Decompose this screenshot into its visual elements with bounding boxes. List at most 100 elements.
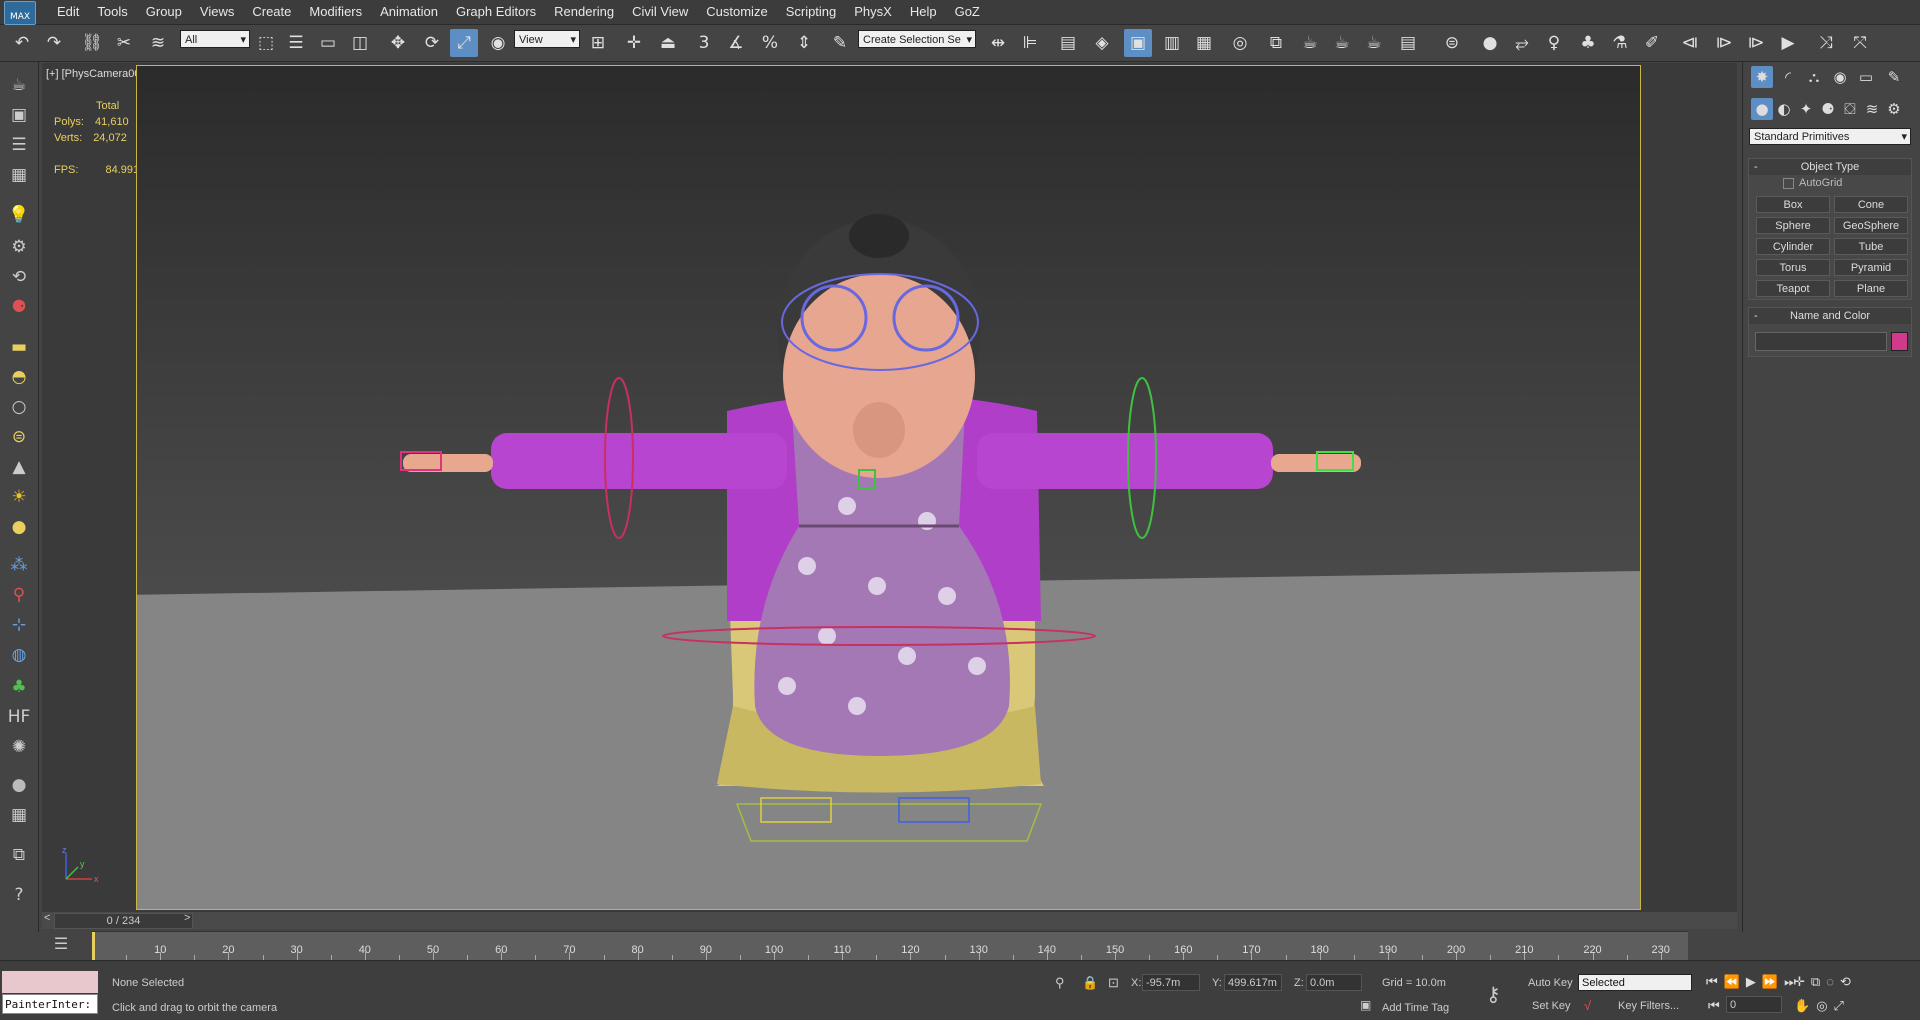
walkthrough-icon[interactable]: ◎ [1816,998,1833,1013]
material-sphere-icon[interactable]: ● [4,772,34,798]
menu-tools[interactable]: Tools [88,0,136,24]
frame-end-icon[interactable]: ⧐ [1742,29,1770,57]
extra-tool-1-icon[interactable]: ⤨ [1812,29,1840,57]
layers-icon[interactable]: ⧉ [4,842,34,868]
character-model[interactable] [137,66,1641,910]
settings-icon[interactable]: ⚙ [4,234,34,260]
menu-graph-editors[interactable]: Graph Editors [447,0,545,24]
menu-civil-view[interactable]: Civil View [623,0,697,24]
schematic-view-icon[interactable]: ▦ [1190,29,1218,57]
zoom-icon[interactable]: ✛ [1794,974,1811,989]
place-icon[interactable]: ◉ [484,29,512,57]
rectangular-selection-icon[interactable]: ▭ [314,29,342,57]
sphere-tool-icon[interactable]: ● [1476,29,1504,57]
auto-key-button[interactable]: Auto Key [1528,977,1573,989]
render-iterative-icon[interactable]: ☕ [1360,29,1388,57]
play-icon[interactable]: ▶ [1746,974,1762,989]
menu-scripting[interactable]: Scripting [777,0,846,24]
timeline-current-frame-marker[interactable] [92,932,95,960]
help-icon[interactable]: ? [4,882,34,908]
menu-group[interactable]: Group [137,0,191,24]
viewport[interactable] [136,65,1641,910]
mirror-icon[interactable]: ⇹ [984,29,1012,57]
modify-tab-icon[interactable]: ◜ [1777,66,1799,88]
named-selection-sets-dropdown[interactable]: Create Selection Se [858,30,976,49]
hose-tool-icon[interactable]: ⥂ [1508,29,1536,57]
object-color-swatch[interactable] [1891,332,1908,351]
align-icon[interactable]: ⊫ [1016,29,1044,57]
material-editor-icon[interactable]: ◎ [1226,29,1254,57]
add-time-tag-button[interactable]: Add Time Tag [1382,1002,1449,1014]
spacewarps-icon[interactable]: ≋ [1861,98,1883,120]
z-coordinate-field[interactable]: 0.0m [1306,974,1362,991]
name-color-header[interactable]: Name and Color [1749,308,1911,324]
select-manipulate-icon[interactable]: ✛ [620,29,648,57]
maxscript-listener-input[interactable]: PainterInter: [2,994,98,1014]
container-icon[interactable]: ⊜ [1438,29,1466,57]
app-logo[interactable]: MAX [4,1,36,25]
autogrid-checkbox[interactable] [1783,177,1794,189]
angle-snap-icon[interactable]: ∡ [722,29,750,57]
object-name-input[interactable] [1755,332,1887,351]
redo-icon[interactable]: ↷ [40,29,68,57]
camera-icon[interactable]: ⚈ [4,294,34,320]
pin-icon[interactable]: ⚲ [4,582,34,608]
render-icon[interactable]: ☕ [1328,29,1356,57]
left-foot-control[interactable] [760,797,832,823]
menu-edit[interactable]: Edit [48,0,88,24]
display-tab-icon[interactable]: ▭ [1855,66,1877,88]
track-bar-toggle-icon[interactable]: ☰ [46,932,76,958]
menu-views[interactable]: Views [191,0,243,24]
move-icon[interactable]: ✥ [384,29,412,57]
cylinder-icon[interactable]: ⊜ [4,424,34,450]
field-of-view-icon[interactable]: ◌ [1826,974,1840,989]
spinner-snap-icon[interactable]: ⇕ [790,29,818,57]
render-setup-icon[interactable]: ⧉ [1262,29,1290,57]
torus-button[interactable]: Torus [1756,259,1830,276]
sphere-button[interactable]: Sphere [1756,217,1830,234]
world-icon[interactable]: ◍ [4,642,34,668]
nut-icon[interactable]: ✺ [4,734,34,760]
hierarchy-tab-icon[interactable]: ⛬ [1803,66,1825,88]
reference-coordinate-dropdown[interactable]: View [514,30,580,49]
extra-tool-2-icon[interactable]: ⤧ [1846,29,1874,57]
time-slider-track[interactable] [42,912,1737,929]
utilities-tab-icon[interactable]: ✎ [1883,66,1905,88]
next-frame-icon[interactable]: ⏩ [1762,974,1784,989]
bind-space-warp-icon[interactable]: ≋ [144,29,172,57]
ribbon-toggle-icon[interactable]: ▣ [1124,29,1152,57]
scale-icon[interactable]: ⤢ [450,29,478,57]
time-slider[interactable]: 0 / 234 [54,913,193,929]
sphere-icon[interactable]: ○ [4,394,34,420]
rendered-frame-icon[interactable]: ☕ [1296,29,1324,57]
menu-physx[interactable]: PhysX [845,0,901,24]
cylinder-button[interactable]: Cylinder [1756,238,1830,255]
maximize-viewport-icon[interactable]: ⤢ [1834,998,1850,1013]
y-coordinate-field[interactable]: 499.617m [1224,974,1282,991]
lock-icon[interactable]: 🔒 [1082,975,1098,991]
teapot-button[interactable]: Teapot [1756,280,1830,297]
geosphere-icon[interactable]: ● [4,514,34,540]
frame-start-icon[interactable]: ⧏ [1676,29,1704,57]
object-category-dropdown[interactable]: Standard Primitives [1749,128,1911,146]
create-tab-icon[interactable]: ✸ [1751,66,1773,88]
keyboard-shortcut-icon[interactable]: ⏏ [654,29,682,57]
teapot-icon[interactable]: ☕ [4,72,34,98]
track-bar[interactable]: 10 20 30 40 50 60 70 80 90 100 110 120 130 140 150 160 1… [92,931,1688,960]
plane-button[interactable]: Plane [1834,280,1908,297]
select-object-icon[interactable]: ⬚ [252,29,280,57]
menu-animation[interactable]: Animation [371,0,447,24]
time-tag-icon[interactable]: ▣ [1360,998,1371,1012]
isolate-icon[interactable]: ⚲ [1055,975,1065,991]
transform-icon[interactable]: ⊹ [4,612,34,638]
box-button[interactable]: Box [1756,196,1830,213]
geosphere-button[interactable]: GeoSphere [1834,217,1908,234]
hf-icon[interactable]: HF [4,704,34,730]
foliage-icon[interactable]: ♣ [4,674,34,700]
unlink-icon[interactable]: ✂ [110,29,138,57]
menu-customize[interactable]: Customize [697,0,776,24]
menu-create[interactable]: Create [243,0,300,24]
geometry-icon[interactable]: ● [1751,98,1773,120]
systems-icon[interactable]: ⚙ [1883,98,1905,120]
menu-modifiers[interactable]: Modifiers [300,0,371,24]
